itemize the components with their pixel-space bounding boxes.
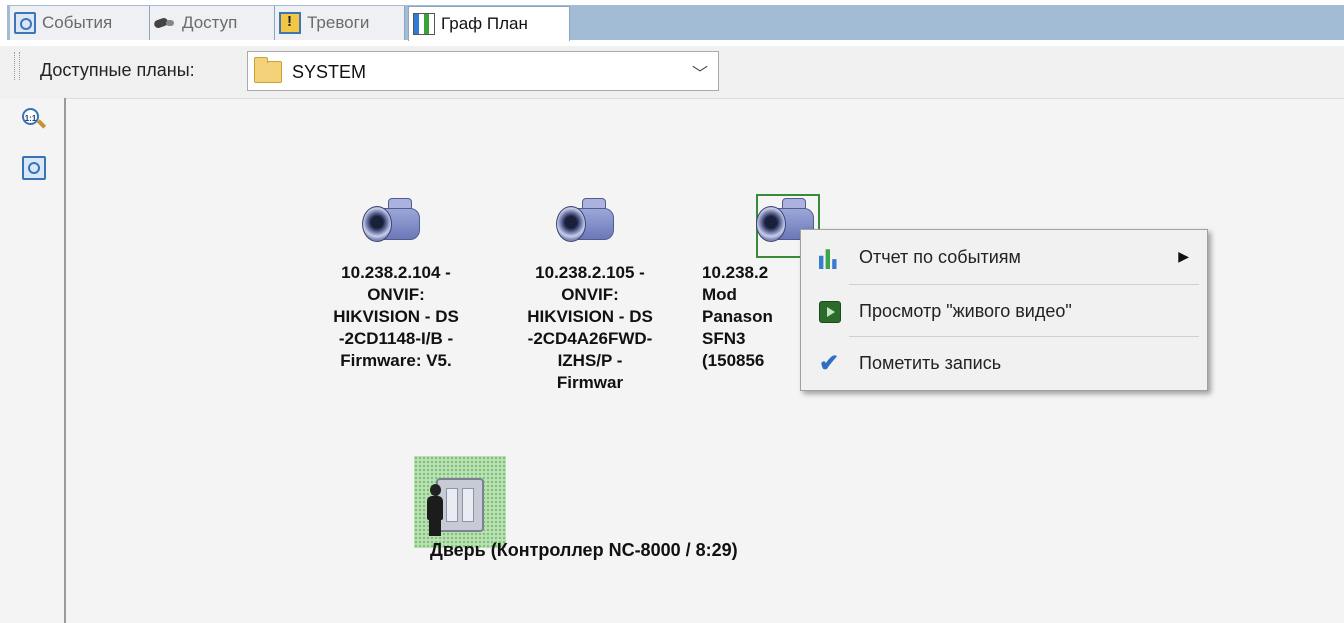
- menu-separator: [849, 336, 1199, 337]
- chevron-down-icon[interactable]: ﹀: [692, 60, 708, 84]
- camera-label: 10.238.2.105 - ONVIF: HIKVISION - DS -2C…: [527, 263, 653, 392]
- tab-alarms-label: Тревоги: [307, 13, 370, 32]
- events-icon: [14, 12, 36, 34]
- menu-item-live-video[interactable]: Просмотр "живого видео": [801, 286, 1207, 338]
- tab-graph-plan-label: Граф План: [441, 14, 528, 33]
- door-icon[interactable]: [414, 456, 506, 548]
- zoom-fit-button[interactable]: [22, 156, 46, 180]
- chart-icon: [819, 249, 837, 269]
- menu-item-label: Пометить запись: [859, 353, 1002, 373]
- menu-separator: [849, 284, 1199, 285]
- person-icon: [424, 484, 446, 536]
- access-icon: [154, 16, 176, 30]
- menu-item-event-report[interactable]: Отчет по событиям ▶: [801, 232, 1207, 284]
- graph-plan-icon: [413, 13, 435, 35]
- tab-bar: События Доступ Тревоги Граф План: [0, 0, 1344, 46]
- camera-label: 10.238.2 Mod Panason SFN3 (150856: [702, 263, 773, 370]
- door-label: Дверь (Контроллер NC-8000 / 8:29): [430, 540, 738, 560]
- tab-events[interactable]: События: [10, 6, 150, 40]
- folder-icon: [254, 57, 282, 83]
- camera-label: 10.238.2.104 - ONVIF: HIKVISION - DS -2C…: [333, 263, 459, 370]
- zoom-handle: [36, 119, 47, 129]
- plans-dropdown-value: SYSTEM: [292, 62, 367, 82]
- live-video-icon: [819, 301, 841, 323]
- toolbar-grip[interactable]: [14, 52, 20, 80]
- tab-alarms[interactable]: Тревоги: [275, 6, 405, 40]
- context-menu: Отчет по событиям ▶ Просмотр "живого вид…: [800, 229, 1208, 391]
- tab-events-label: События: [42, 13, 113, 32]
- tab-graph-plan[interactable]: Граф План: [408, 6, 570, 41]
- menu-item-label: Отчет по событиям: [859, 247, 1021, 267]
- tab-access-label: Доступ: [182, 13, 238, 32]
- camera-icon[interactable]: [358, 190, 428, 260]
- plans-dropdown[interactable]: SYSTEM ﹀: [247, 51, 719, 91]
- menu-item-label: Просмотр "живого видео": [859, 301, 1072, 321]
- tab-access[interactable]: Доступ: [150, 6, 275, 40]
- checkmark-icon: ✔: [819, 350, 840, 377]
- plans-toolbar: Доступные планы: SYSTEM ﹀: [0, 46, 1344, 99]
- plans-label: Доступные планы:: [40, 60, 195, 80]
- alarm-icon: [279, 12, 301, 34]
- menu-item-mark-record[interactable]: ✔ Пометить запись: [801, 338, 1207, 390]
- zoom-1-1-button[interactable]: 1:1: [22, 108, 47, 132]
- submenu-arrow-icon: ▶: [1178, 248, 1189, 264]
- left-toolbar: 1:1: [0, 98, 66, 623]
- camera-icon[interactable]: [552, 190, 622, 260]
